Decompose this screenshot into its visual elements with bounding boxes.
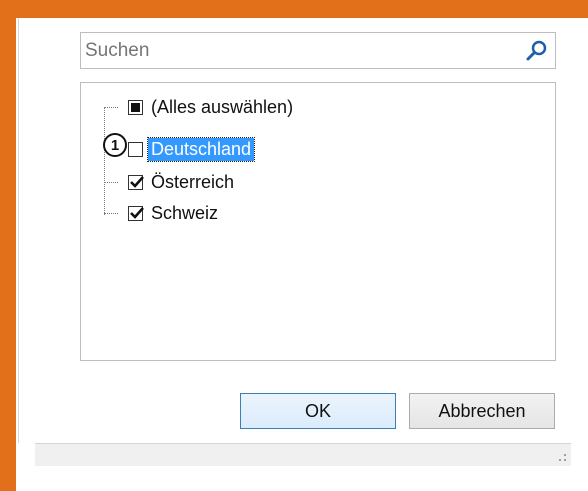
divider bbox=[18, 18, 19, 443]
schweiz-checkbox[interactable] bbox=[128, 205, 144, 221]
resize-grip-icon[interactable] bbox=[557, 453, 567, 463]
search-box[interactable] bbox=[80, 32, 556, 69]
list-item-label: (Alles auswählen) bbox=[151, 96, 294, 117]
list-item-oesterreich[interactable]: Österreich bbox=[128, 170, 237, 194]
checkmark-icon bbox=[130, 206, 144, 219]
search-icon[interactable] bbox=[525, 39, 549, 63]
checkmark-icon bbox=[130, 175, 144, 188]
list-item-deutschland[interactable]: Deutschland bbox=[128, 136, 256, 162]
callout-badge: 1 bbox=[103, 133, 127, 157]
list-item-select-all[interactable]: (Alles auswählen) bbox=[128, 95, 296, 119]
select-all-checkbox[interactable] bbox=[128, 99, 143, 115]
list-item-schweiz[interactable]: Schweiz bbox=[128, 201, 221, 225]
list-item-label: Deutschland bbox=[146, 136, 256, 162]
tree-line bbox=[104, 107, 105, 215]
value-list[interactable]: (Alles auswählen) Deutschland Österreich… bbox=[80, 82, 556, 361]
status-bar bbox=[35, 443, 571, 466]
list-item-label: Österreich bbox=[151, 171, 235, 192]
tree-line bbox=[104, 107, 118, 108]
deutschland-checkbox[interactable] bbox=[128, 141, 143, 157]
ok-button[interactable]: OK bbox=[240, 393, 396, 429]
search-input[interactable] bbox=[85, 39, 505, 63]
oesterreich-checkbox[interactable] bbox=[128, 174, 144, 190]
cancel-button[interactable]: Abbrechen bbox=[409, 393, 555, 429]
tree-line bbox=[104, 182, 118, 183]
list-item-label: Schweiz bbox=[151, 202, 219, 223]
tree-line bbox=[104, 213, 118, 214]
